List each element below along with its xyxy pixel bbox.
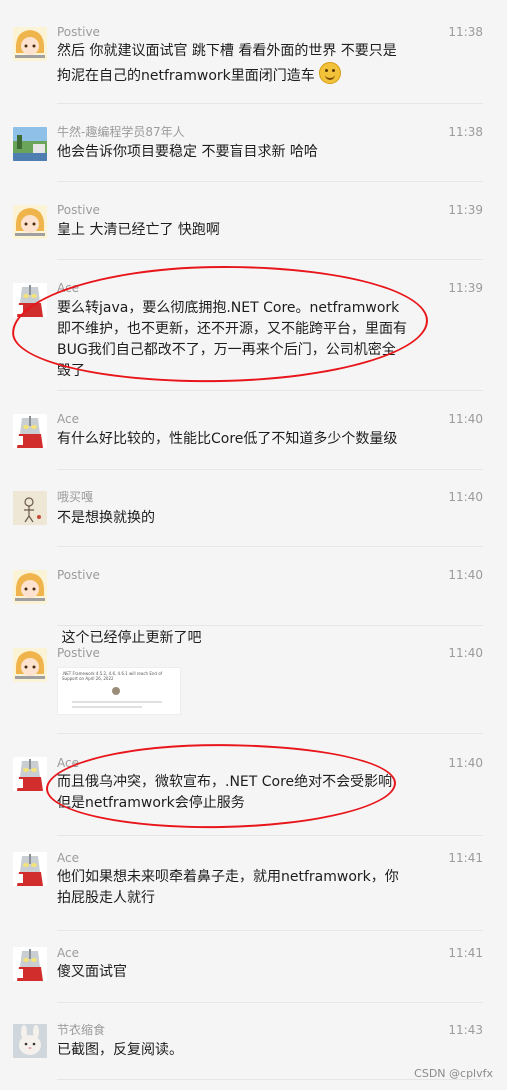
sender-name: Ace [57, 851, 79, 865]
image-text-line [72, 706, 142, 708]
divider [57, 835, 483, 836]
smirk-emoji-icon [318, 62, 341, 84]
message-text[interactable]: 他会告诉你项目要稳定 不要盲目求新 哈哈 [57, 142, 407, 163]
sender-name: 哦买嘎 [57, 490, 94, 504]
message-time: 11:39 [448, 281, 483, 295]
avatar-bunny[interactable] [13, 1024, 47, 1058]
sender-name: 节衣缩食 [57, 1023, 106, 1037]
message-time: 11:41 [448, 851, 483, 865]
message-text[interactable]: 要么转java，要么彻底拥抱.NET Core。netframwork 即不维护… [57, 298, 407, 382]
image-caption: .NET Framework 4.5.2, 4.6, 4.6.1 will re… [62, 671, 163, 681]
message-line: 这个已经停止更新了吧 [57, 630, 202, 646]
message-text[interactable]: 傻叉面试官 [57, 962, 407, 983]
avatar-ultraman[interactable] [13, 947, 47, 981]
avatar-anime-girl[interactable] [13, 570, 47, 604]
image-thumbnail[interactable]: .NET Framework 4.5.2, 4.6, 4.6.1 will re… [57, 667, 181, 715]
message-time: 11:43 [448, 1023, 483, 1037]
message-text[interactable]: 有什么好比较的，性能比Core低了不知道多少个数量级 [57, 429, 407, 450]
avatar-anime-girl[interactable] [13, 648, 47, 682]
avatar-ultraman[interactable] [13, 283, 47, 317]
message-text[interactable]: 而且俄乌冲突，微软宣布，.NET Core绝对不会受影响 但是netframwo… [57, 772, 407, 814]
sender-name: Ace [57, 281, 79, 295]
message-line: 拘泥在自己的netframwork里面闭门造车 [57, 62, 407, 86]
divider [57, 390, 483, 391]
message-line-text: 拘泥在自己的netframwork里面闭门造车 [57, 68, 315, 84]
message-line: 他会告诉你项目要稳定 不要盲目求新 哈哈 [57, 144, 318, 160]
message-time: 11:38 [448, 125, 483, 139]
message-line: 然后 你就建议面试官 跳下槽 看看外面的世界 不要只是 [57, 43, 397, 59]
message-time: 11:40 [448, 412, 483, 426]
message-time: 11:40 [448, 568, 483, 582]
sender-name: Postive [57, 568, 100, 582]
message-line: BUG我们自己都改不了，万一再来个后门，公司机密全 [57, 342, 396, 358]
avatar-landscape[interactable] [13, 127, 47, 161]
message-time: 11:40 [448, 756, 483, 770]
avatar-ultraman[interactable] [13, 852, 47, 886]
message-line: 傻叉面试官 [57, 964, 127, 980]
message-line: 不是想换就换的 [57, 510, 155, 526]
sender-name: Ace [57, 946, 79, 960]
message-line: 但是netframwork会停止服务 [57, 795, 245, 811]
divider [57, 469, 483, 470]
message-text[interactable]: 他们如果想未来呗牵着鼻子走，就用netframwork，你 拍屁股走人就行 [57, 867, 407, 909]
message-line: 即不维护，也不更新，还不开源，又不能跨平台，里面有 [57, 321, 407, 337]
message-time: 11:38 [448, 25, 483, 39]
message-line: 拍屁股走人就行 [57, 890, 155, 906]
message-line: 皇上 大清已经亡了 快跑啊 [57, 222, 220, 238]
image-text-line [72, 701, 162, 703]
message-time: 11:39 [448, 203, 483, 217]
message-line: 而且俄乌冲突，微软宣布，.NET Core绝对不会受影响 [57, 774, 393, 790]
sender-name: Ace [57, 756, 79, 770]
divider [57, 259, 483, 260]
message-text[interactable]: 皇上 大清已经亡了 快跑啊 [57, 220, 407, 241]
divider [57, 625, 483, 626]
avatar-ultraman[interactable] [13, 757, 47, 791]
message-line: 他们如果想未来呗牵着鼻子走，就用netframwork，你 [57, 869, 399, 885]
sender-name: 牛然-趣编程学员87年人 [57, 125, 185, 139]
message-text[interactable]: 已截图，反复阅读。 [57, 1040, 407, 1061]
avatar-sketch[interactable] [13, 491, 47, 525]
divider [57, 103, 483, 104]
sender-name: Postive [57, 203, 100, 217]
message-line: 毁了 [57, 363, 85, 379]
message-text[interactable]: 然后 你就建议面试官 跳下槽 看看外面的世界 不要只是 拘泥在自己的netfra… [57, 41, 407, 86]
divider [57, 181, 483, 182]
divider [57, 546, 483, 547]
avatar-anime-girl[interactable] [13, 205, 47, 239]
message-line: 要么转java，要么彻底拥抱.NET Core。netframwork [57, 300, 400, 316]
message-line: 已截图，反复阅读。 [57, 1042, 183, 1058]
divider [57, 930, 483, 931]
avatar-anime-girl[interactable] [13, 27, 47, 61]
sender-name: Postive [57, 646, 100, 660]
sender-name: Ace [57, 412, 79, 426]
divider [57, 1002, 483, 1003]
avatar-ultraman[interactable] [13, 414, 47, 448]
message-time: 11:40 [448, 490, 483, 504]
message-line: 有什么好比较的，性能比Core低了不知道多少个数量级 [57, 431, 398, 447]
divider [57, 733, 483, 734]
image-avatar-dot [112, 687, 120, 695]
message-text[interactable]: 不是想换就换的 [57, 508, 407, 529]
message-time: 11:40 [448, 646, 483, 660]
message-time: 11:41 [448, 946, 483, 960]
sender-name: Postive [57, 25, 100, 39]
watermark: CSDN @cplvfx [414, 1067, 493, 1080]
